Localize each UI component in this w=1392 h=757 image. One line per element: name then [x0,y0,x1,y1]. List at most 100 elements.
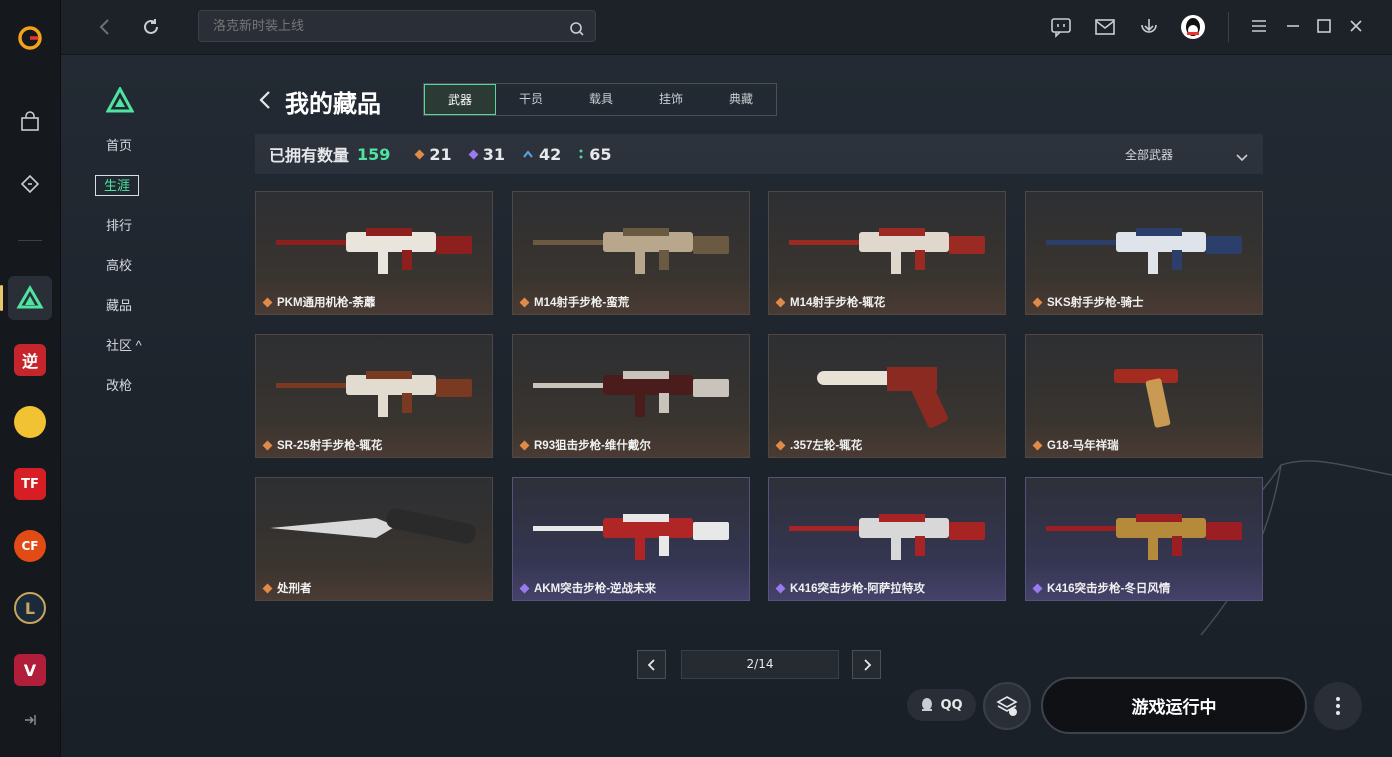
app-logo-icon[interactable] [8,16,52,60]
search-icon[interactable] [569,18,585,48]
collection-card[interactable]: SR-25射手步枪-辄花 [255,334,493,458]
weapon-image-icon [276,228,472,274]
page-title: 我的藏品 [285,91,381,118]
collection-card[interactable]: M14射手步枪-蛮荒 [512,191,750,315]
collection-card[interactable]: .357左轮-辄花 [768,334,1006,458]
rail-game-tf[interactable]: TF [8,462,52,506]
back-nav-icon[interactable] [97,17,113,41]
refresh-icon[interactable] [141,17,161,41]
rarity-diamond-icon [519,440,530,450]
collection-card[interactable]: M14射手步枪-辄花 [768,191,1006,315]
rail-game-delta-force[interactable] [8,276,52,320]
collection-card[interactable]: AKM突击步枪-逆战未来 [512,477,750,601]
item-name: G18-马年祥瑞 [1047,440,1119,452]
card-label: M14射手步枪-辄花 [775,294,886,310]
mail-icon[interactable] [1094,17,1116,41]
item-name: K416突击步枪-冬日风情 [1047,583,1171,595]
subnav-community[interactable]: 社区 ^ [90,326,160,366]
tab-charms[interactable]: 挂饰 [636,84,706,115]
collection-card[interactable]: 处刑者 [255,477,493,601]
card-label: K416突击步枪-冬日风情 [1032,580,1171,596]
chevron-left-icon [647,658,655,671]
weapon-image-icon [533,514,729,560]
category-tabs: 武器 干员 载具 挂饰 典藏 [423,83,777,116]
prev-page-button[interactable] [637,650,666,679]
item-name: K416突击步枪-阿萨拉特攻 [790,583,925,595]
explore-icon[interactable] [8,162,52,206]
tab-collection[interactable]: 典藏 [706,84,776,115]
collection-card[interactable]: K416突击步枪-阿萨拉特攻 [768,477,1006,601]
weapon-image-icon [1046,228,1242,274]
subnav-career[interactable]: 生涯 [90,166,160,206]
tab-operators[interactable]: 干员 [496,84,566,115]
chevron-down-icon[interactable] [1235,148,1249,167]
more-options-button[interactable] [1314,682,1362,730]
close-icon[interactable] [1348,18,1364,38]
rarity-diamond-icon [1032,583,1043,593]
download-icon[interactable] [1137,16,1161,42]
maximize-icon[interactable] [1316,18,1332,38]
chevron-right-icon [863,658,871,671]
card-label: AKM突击步枪-逆战未来 [519,580,657,596]
item-name: AKM突击步枪-逆战未来 [534,583,657,595]
item-name: SR-25射手步枪-辄花 [277,440,383,452]
menu-icon[interactable] [1250,18,1268,38]
collection-card[interactable]: G18-马年祥瑞 [1025,334,1263,458]
item-name: M14射手步枪-辄花 [790,297,886,309]
subnav-collection[interactable]: 藏品 [90,286,160,326]
collection-card[interactable]: PKM通用机枪-荼蘼 [255,191,493,315]
item-name: SKS射手步枪-骑士 [1047,297,1144,309]
card-label: G18-马年祥瑞 [1032,437,1119,453]
rarity-diamond-icon [519,297,530,307]
purple-rarity-stat: 31 [468,145,505,164]
blue-rarity-stat: 42 [523,145,561,164]
card-label: PKM通用机枪-荼蘼 [262,294,375,310]
next-page-button[interactable] [852,650,881,679]
green-rarity-stat: 65 [579,145,611,164]
subnav-home[interactable]: 首页 [90,126,160,166]
collection-card[interactable]: SKS射手步枪-骑士 [1025,191,1263,315]
collection-card[interactable]: R93狙击步枪-维什戴尔 [512,334,750,458]
rail-game-nizhan[interactable]: 逆 [8,338,52,382]
page-back-icon[interactable] [257,88,273,116]
minimize-icon[interactable] [1284,18,1302,38]
search-box[interactable] [198,10,596,42]
card-label: SR-25射手步枪-辄花 [262,437,383,453]
owned-label: 已拥有数量 [269,148,350,165]
card-label: K416突击步枪-阿萨拉特攻 [775,580,925,596]
card-label: R93狙击步枪-维什戴尔 [519,437,651,453]
card-label: SKS射手步枪-骑士 [1032,294,1144,310]
rail-divider [18,240,42,241]
orange-diamond-icon [414,149,425,159]
rail-game-character[interactable] [8,400,52,444]
collapse-rail-icon[interactable] [8,698,52,742]
left-rail: 逆 TF CF L V [0,0,61,757]
subnav-gunsmith[interactable]: 改枪 [90,366,160,406]
launch-game-button[interactable]: 游戏运行中 [1041,677,1307,734]
store-bag-icon[interactable] [8,100,52,144]
page-indicator: 2/14 [681,650,839,679]
weapon-image-icon [817,367,948,428]
collection-card[interactable]: K416突击步枪-冬日风情 [1025,477,1263,601]
rail-game-cf[interactable]: CF [8,524,52,568]
rarity-diamond-icon [1032,440,1043,450]
weapon-image-icon [789,228,985,274]
weapon-image-icon [1046,514,1242,560]
tab-weapons[interactable]: 武器 [424,84,496,115]
search-input[interactable] [211,17,563,34]
rail-game-valorant[interactable]: V [8,648,52,692]
weapon-image-icon [276,371,472,417]
tab-vehicles[interactable]: 载具 [566,84,636,115]
sub-nav: 首页 生涯 排行 高校 藏品 社区 ^ 改枪 [90,126,160,406]
avatar[interactable] [1181,15,1205,39]
weapon-image-icon [1114,369,1178,428]
delta-force-logo-icon [105,85,135,117]
game-library-button[interactable] [983,682,1031,730]
weapon-image-icon [789,514,985,560]
weapon-filter-select[interactable]: 全部武器 [1125,146,1173,163]
qq-button[interactable]: QQ [907,689,976,721]
subnav-university[interactable]: 高校 [90,246,160,286]
chat-icon[interactable] [1050,16,1072,42]
rail-game-lol[interactable]: L [8,586,52,630]
subnav-ranking[interactable]: 排行 [90,206,160,246]
